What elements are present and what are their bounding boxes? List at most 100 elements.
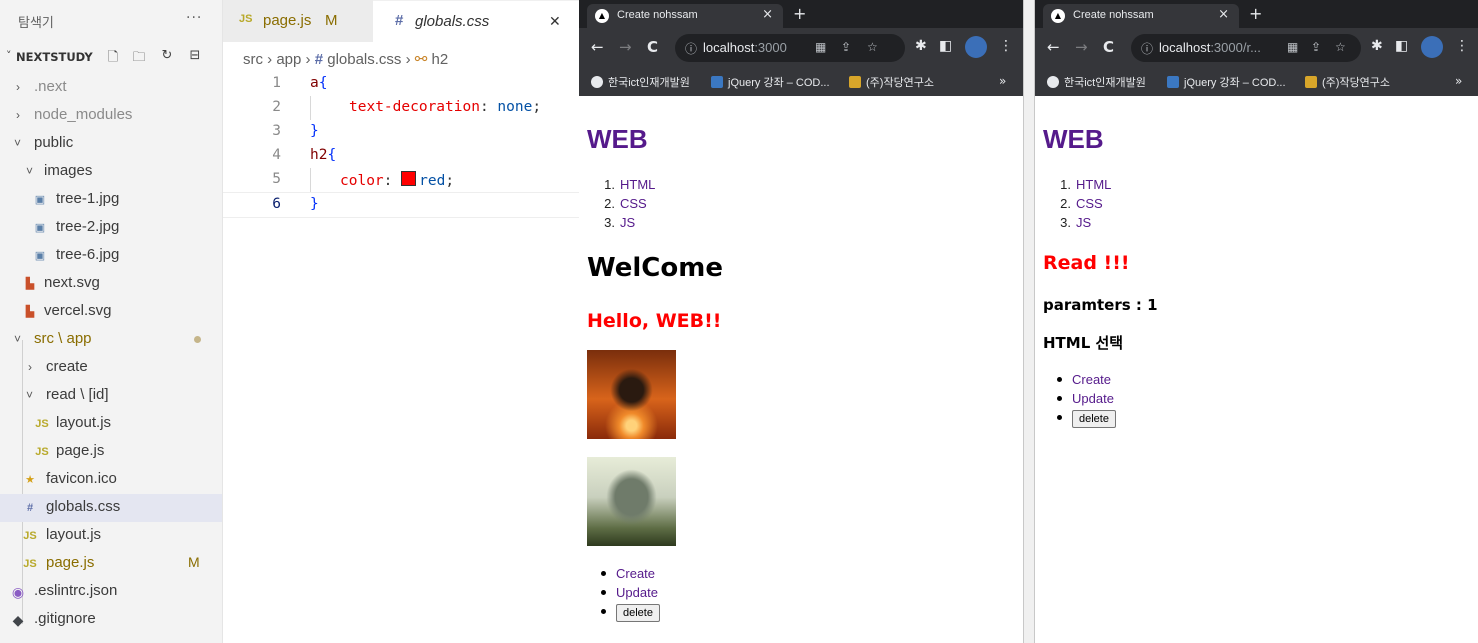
translate-icon[interactable]: ▦: [815, 40, 826, 54]
delete-button[interactable]: delete: [1072, 410, 1116, 428]
new-folder-icon[interactable]: 🗀: [130, 48, 148, 66]
settings-file-icon: ◉: [11, 584, 25, 600]
tree-item-images-folder[interactable]: ˅ images: [0, 158, 222, 186]
tree-item-src-app-folder[interactable]: ˅ src \ app: [0, 326, 222, 354]
topic-list: 1. HTML 2. CSS 3. JS: [1049, 175, 1111, 232]
tree-item-tree-2-jpg[interactable]: ▣ tree-2.jpg: [0, 214, 222, 242]
breadcrumb-app[interactable]: app: [276, 51, 301, 68]
back-icon[interactable]: ←: [1047, 38, 1060, 56]
tree-item-next-svg[interactable]: ▙ next.svg: [0, 270, 222, 298]
breadcrumb-symbol[interactable]: h2: [432, 51, 449, 68]
bookmark-star-icon[interactable]: ☆: [867, 40, 878, 54]
address-bar[interactable]: ⓘ localhost:3000 ▦ ⇪ ☆: [675, 34, 905, 62]
browser-toolbar: ← → C ⓘ localhost:3000 ▦ ⇪ ☆ ✱ ◧ ⋮: [579, 28, 1023, 68]
new-tab-icon[interactable]: +: [1249, 4, 1262, 23]
editor-tab-bar: JS page.js M # globals.css ✕: [223, 0, 579, 43]
collapse-all-icon[interactable]: ⊟: [186, 48, 204, 66]
extensions-icon[interactable]: ✱: [915, 38, 927, 54]
tree-item-eslintrc-json[interactable]: ◉ .eslintrc.json: [0, 578, 222, 606]
more-bookmarks-icon[interactable]: »: [999, 74, 1006, 88]
tree-item-vercel-svg[interactable]: ▙ vercel.svg: [0, 298, 222, 326]
browser-tab[interactable]: ▲ Create nohssam ×: [1043, 4, 1239, 28]
css-selector: h2: [310, 147, 328, 163]
breadcrumb-separator: ›: [267, 51, 273, 68]
tree-item-layout-js[interactable]: JS layout.js: [0, 522, 222, 550]
translate-icon[interactable]: ▦: [1287, 40, 1298, 54]
tree-item-node-modules-folder[interactable]: › node_modules: [0, 102, 222, 130]
new-tab-icon[interactable]: +: [793, 4, 806, 23]
tree-item-tree-6-jpg[interactable]: ▣ tree-6.jpg: [0, 242, 222, 270]
bookmark-item[interactable]: (주)작당연구소: [1305, 74, 1390, 90]
bookmark-item[interactable]: (주)작당연구소: [849, 74, 934, 90]
star-icon: ★: [25, 474, 35, 486]
topic-link-css[interactable]: CSS: [1076, 196, 1103, 211]
bookmark-item[interactable]: 한국ict인재개발원: [591, 74, 690, 90]
reload-icon[interactable]: C: [1103, 38, 1114, 56]
breadcrumb-src[interactable]: src: [243, 51, 263, 68]
address-bar[interactable]: ⓘ localhost:3000/r... ▦ ⇪ ☆: [1131, 34, 1361, 62]
topic-link-css[interactable]: CSS: [620, 196, 647, 211]
browser-tab[interactable]: ▲ Create nohssam ×: [587, 4, 783, 28]
tree-item-tree-1-jpg[interactable]: ▣ tree-1.jpg: [0, 186, 222, 214]
side-panel-icon[interactable]: ◧: [1395, 38, 1408, 54]
tree-item-label: page.js: [46, 554, 95, 571]
color-swatch-icon[interactable]: [401, 171, 417, 186]
close-tab-icon[interactable]: ×: [1218, 7, 1229, 22]
update-link[interactable]: Update: [616, 585, 658, 600]
share-icon[interactable]: ⇪: [1311, 40, 1321, 54]
project-header[interactable]: ˅ NEXTSTUDY 🗋 🗀 ↻ ⊟: [0, 46, 222, 70]
tree-item-page-js[interactable]: JS page.js M: [0, 550, 222, 578]
tree-item-read-id-folder[interactable]: ˅ read \ [id]: [0, 382, 222, 410]
bookmark-star-icon[interactable]: ☆: [1335, 40, 1346, 54]
topic-link-html[interactable]: HTML: [620, 177, 655, 192]
site-title-link[interactable]: WEB: [1043, 124, 1104, 155]
topic-link-js[interactable]: JS: [620, 215, 635, 230]
forward-icon[interactable]: →: [1075, 38, 1088, 56]
close-tab-icon[interactable]: ×: [762, 7, 773, 22]
topic-link-html[interactable]: HTML: [1076, 177, 1111, 192]
breadcrumb-file[interactable]: globals.css: [327, 51, 401, 68]
tree-item-read-page-js[interactable]: JS page.js: [0, 438, 222, 466]
menu-icon[interactable]: ⋮: [1455, 38, 1469, 54]
more-actions-icon[interactable]: ···: [186, 10, 202, 26]
tree-item-label: tree-1.jpg: [56, 190, 120, 207]
tab-globals-css[interactable]: # globals.css ✕: [373, 0, 579, 43]
project-actions: 🗋 🗀 ↻ ⊟: [104, 46, 220, 70]
side-panel-icon[interactable]: ◧: [939, 38, 952, 54]
tree-item-next-folder[interactable]: › .next: [0, 74, 222, 102]
list-item: Update: [601, 583, 660, 602]
close-icon[interactable]: ✕: [549, 13, 561, 30]
tab-page-js[interactable]: JS page.js M: [223, 0, 373, 42]
bookmark-item[interactable]: 한국ict인재개발원: [1047, 74, 1146, 90]
create-link[interactable]: Create: [616, 566, 655, 581]
back-icon[interactable]: ←: [591, 38, 604, 56]
tree-item-gitignore[interactable]: ◆ .gitignore: [0, 606, 222, 634]
refresh-icon[interactable]: ↻: [158, 48, 176, 66]
tree-image-1: [587, 350, 676, 439]
delete-button[interactable]: delete: [616, 604, 660, 622]
code-line: 2 text-decoration: none;: [223, 96, 579, 120]
create-link[interactable]: Create: [1072, 372, 1111, 387]
site-title-link[interactable]: WEB: [587, 124, 648, 155]
tree-item-globals-css[interactable]: # globals.css: [0, 494, 222, 522]
update-link[interactable]: Update: [1072, 391, 1114, 406]
forward-icon[interactable]: →: [619, 38, 632, 56]
profile-avatar[interactable]: [1421, 36, 1443, 58]
jquery-icon: [1167, 76, 1179, 88]
chevron-down-icon: ˅: [6, 49, 12, 62]
new-file-icon[interactable]: 🗋: [104, 48, 122, 66]
reload-icon[interactable]: C: [647, 38, 658, 56]
share-icon[interactable]: ⇪: [841, 40, 851, 54]
bookmark-item[interactable]: jQuery 강좌 – COD...: [1167, 74, 1286, 90]
topic-link-js[interactable]: JS: [1076, 215, 1091, 230]
tree-item-favicon-ico[interactable]: ★ favicon.ico: [0, 466, 222, 494]
profile-avatar[interactable]: [965, 36, 987, 58]
tree-item-read-layout-js[interactable]: JS layout.js: [0, 410, 222, 438]
extensions-icon[interactable]: ✱: [1371, 38, 1383, 54]
more-bookmarks-icon[interactable]: »: [1455, 74, 1462, 88]
list-item: 3. JS: [1060, 215, 1092, 230]
menu-icon[interactable]: ⋮: [999, 38, 1013, 54]
tree-item-public-folder[interactable]: ˅ public: [0, 130, 222, 158]
tree-item-create-folder[interactable]: › create: [0, 354, 222, 382]
bookmark-item[interactable]: jQuery 강좌 – COD...: [711, 74, 830, 90]
